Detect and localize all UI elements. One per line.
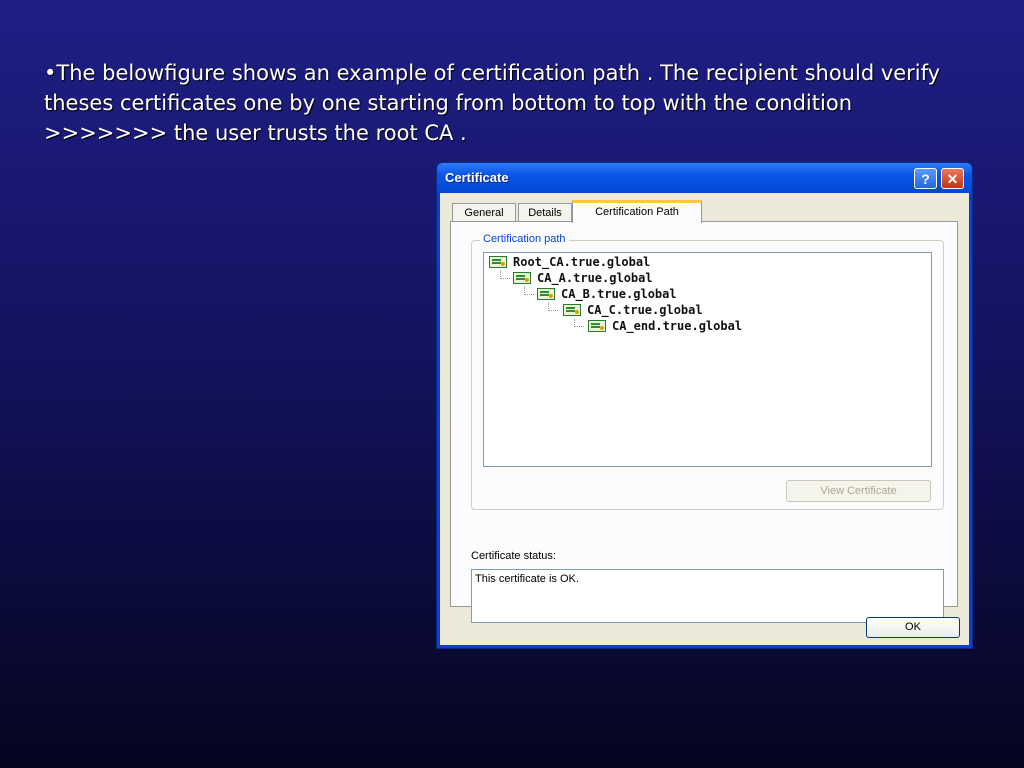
status-value: This certificate is OK.	[475, 573, 579, 585]
help-icon: ?	[921, 171, 930, 187]
certificate-icon	[513, 272, 531, 284]
tree-item-ca-a[interactable]: CA_A.true.global	[513, 270, 653, 286]
certificate-dialog: Certificate ? ✕ General Details Certific…	[436, 162, 973, 649]
certificate-icon	[563, 304, 581, 316]
certification-path-tree[interactable]: Root_CA.true.global CA_A.true.global CA_…	[483, 252, 932, 467]
tree-item-ca-c[interactable]: CA_C.true.global	[563, 302, 703, 318]
certificate-icon	[588, 320, 606, 332]
view-certificate-button[interactable]: View Certificate	[786, 480, 931, 502]
tree-connector	[574, 319, 584, 327]
dialog-title: Certificate	[445, 170, 509, 185]
dialog-body: General Details Certification Path Certi…	[440, 193, 969, 645]
tab-certification-path[interactable]: Certification Path	[572, 200, 702, 223]
tree-item-root-ca[interactable]: Root_CA.true.global	[489, 254, 650, 270]
close-button[interactable]: ✕	[941, 168, 964, 189]
tab-general[interactable]: General	[452, 203, 516, 222]
tree-item-label: CA_end.true.global	[612, 319, 743, 333]
certification-path-group: Certification path Root_CA.true.global C…	[471, 233, 944, 510]
tree-item-label: CA_B.true.global	[561, 287, 677, 301]
tab-details[interactable]: Details	[518, 203, 572, 222]
tree-connector	[500, 271, 510, 279]
certificate-icon	[489, 256, 507, 268]
certification-path-panel: Certification path Root_CA.true.global C…	[450, 221, 958, 623]
tree-item-label: CA_A.true.global	[537, 271, 653, 285]
tree-item-ca-b[interactable]: CA_B.true.global	[537, 286, 677, 302]
group-label: Certification path	[480, 233, 569, 245]
status-label: Certificate status:	[471, 550, 556, 562]
tree-connector	[524, 287, 534, 295]
help-button[interactable]: ?	[914, 168, 937, 189]
ok-button[interactable]: OK	[866, 617, 960, 638]
slide-description: •The belowfigure shows an example of cer…	[44, 61, 941, 145]
close-icon: ✕	[946, 171, 959, 187]
certificate-icon	[537, 288, 555, 300]
title-bar[interactable]: Certificate ? ✕	[437, 163, 972, 193]
tree-connector	[548, 303, 558, 311]
tree-item-ca-end[interactable]: CA_end.true.global	[588, 318, 742, 334]
tree-item-label: Root_CA.true.global	[513, 255, 651, 269]
tree-item-label: CA_C.true.global	[587, 303, 703, 317]
status-text: This certificate is OK.	[471, 569, 944, 623]
